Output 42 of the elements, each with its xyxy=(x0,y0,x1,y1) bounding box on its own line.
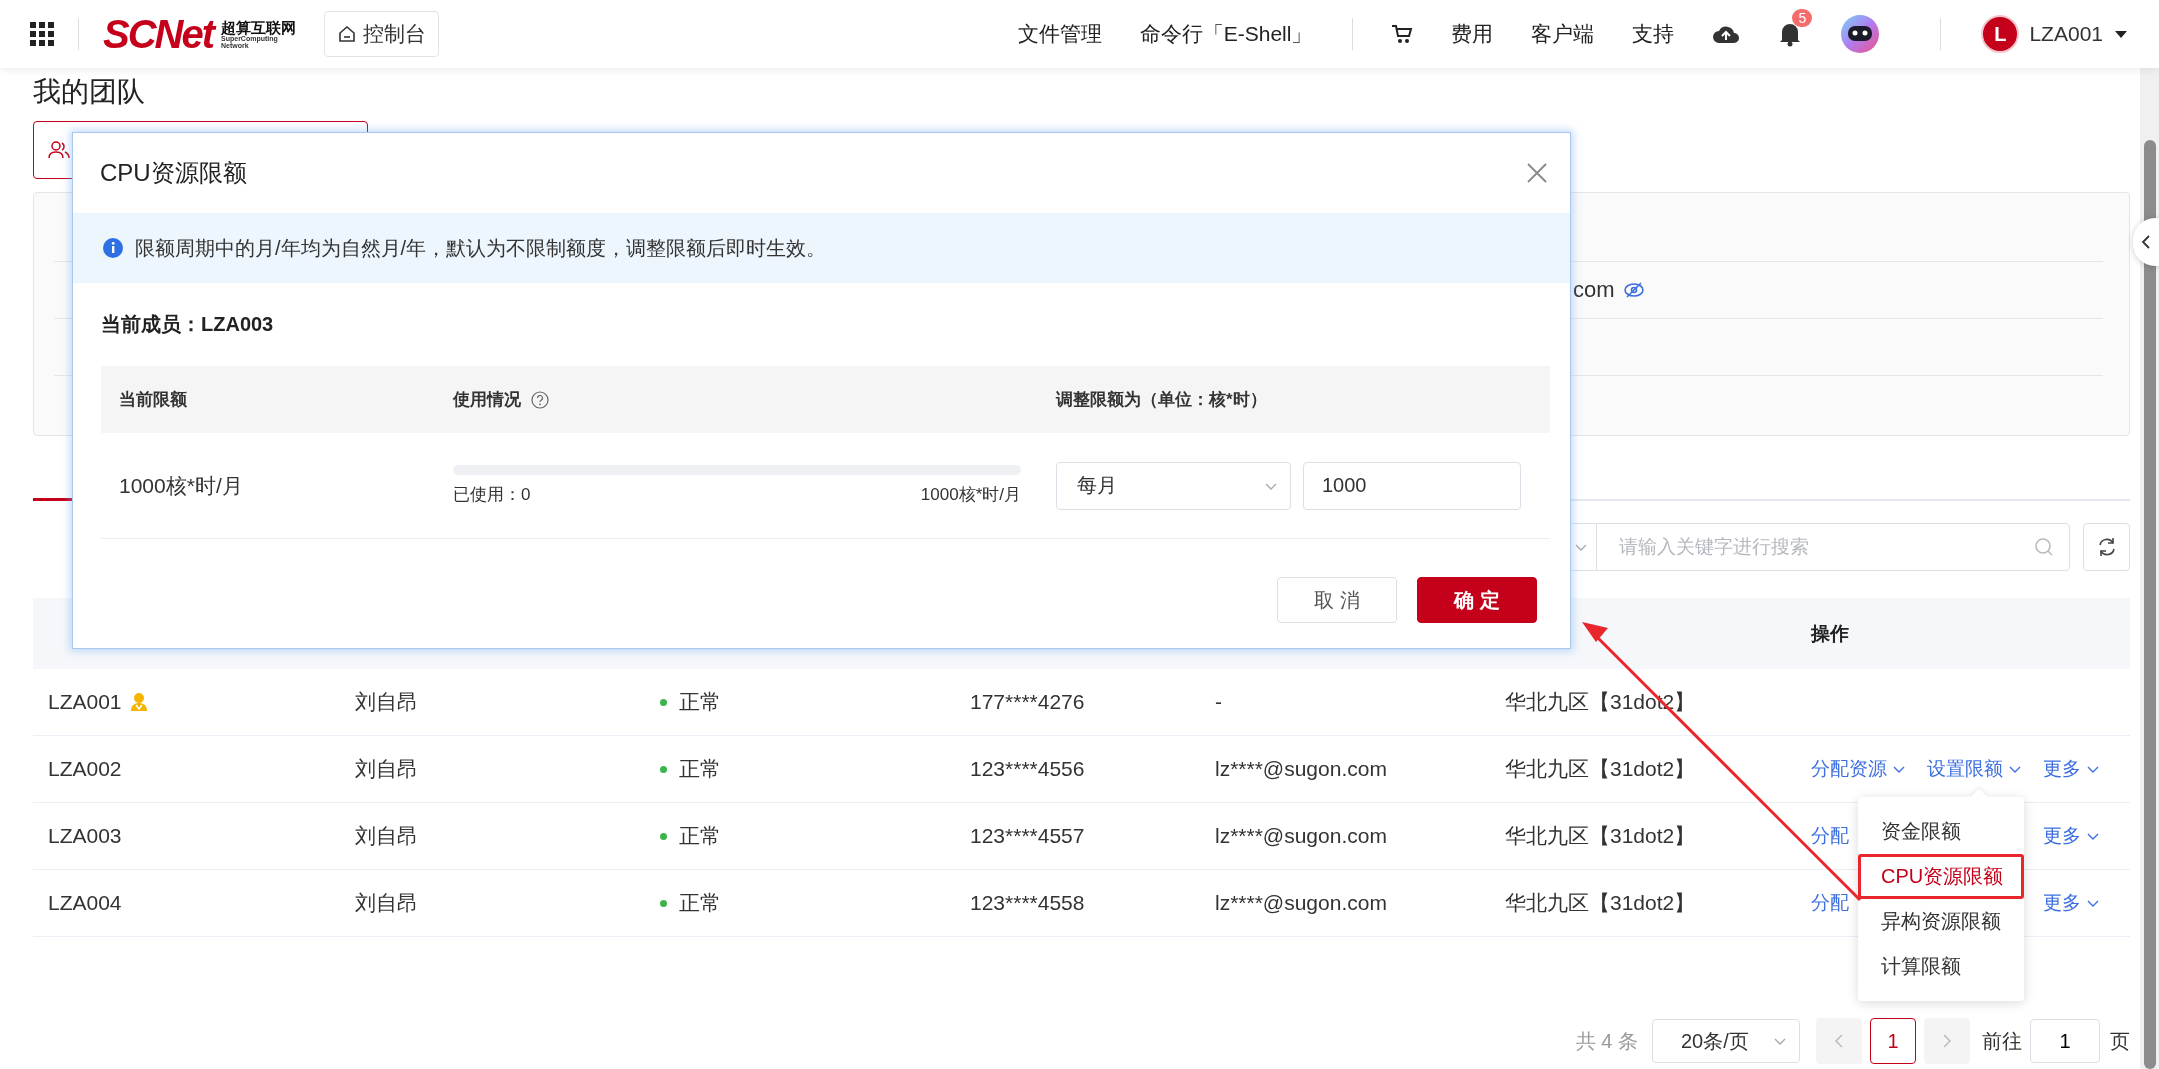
table-cell: 177****4276 xyxy=(970,690,1085,714)
table-cell-text: 刘自昂 xyxy=(355,890,418,916)
table-cell: LZA001 xyxy=(48,690,122,714)
table-cell-text: 正常 xyxy=(679,823,721,849)
table-cell-text: 华北九区【31dot2】 xyxy=(1505,756,1696,782)
column-header: 操作 xyxy=(1809,621,1850,646)
logo-name: 超算互联网 xyxy=(221,19,297,35)
notice-text: 限额周期中的月/年均为自然月/年，默认为不限制额度，调整限额后即时生效。 xyxy=(135,235,827,261)
usage-used: 已使用：0 xyxy=(453,484,531,506)
table-cell: lz****@sugon.com xyxy=(1215,757,1387,781)
table-cell: 1000核*时/月 xyxy=(119,473,243,497)
table-cell: - xyxy=(1215,690,1222,714)
table-cell: 123****4558 xyxy=(970,891,1085,915)
table-cell-text: 正常 xyxy=(679,756,721,782)
usage-total: 1000核*时/月 xyxy=(920,484,1021,506)
user-name: LZA001 xyxy=(2029,22,2103,46)
goto-label: 前往 xyxy=(1982,1028,2022,1054)
table-cell-text: 华北九区【31dot2】 xyxy=(1505,823,1696,849)
column-header: 当前限额 xyxy=(119,389,187,411)
table-cell-text: 刘自昂 xyxy=(355,823,418,849)
notification-badge: 5 xyxy=(1792,9,1813,27)
email-fragment: com xyxy=(1573,277,1615,303)
table-cell-text: 华北九区【31dot2】 xyxy=(1505,890,1696,916)
dialog-title: CPU资源限额 xyxy=(100,158,247,188)
column-header: 使用情况 xyxy=(453,389,521,411)
column-header: 调整限额为（单位：核*时） xyxy=(1056,389,1267,411)
table-cell: 123****4556 xyxy=(970,757,1085,781)
member-label: 当前成员：LZA003 xyxy=(101,312,274,337)
total-count: 共 4 条 xyxy=(1575,1028,1638,1054)
table-cell: LZA002 xyxy=(48,757,122,781)
user-avatar: L xyxy=(1981,15,2020,53)
table-cell-text: 刘自昂 xyxy=(355,689,418,715)
table-cell-text: 正常 xyxy=(679,890,721,916)
page-suffix: 页 xyxy=(2110,1028,2130,1054)
table-cell: lz****@sugon.com xyxy=(1215,891,1387,915)
table-cell-text: 正常 xyxy=(679,689,721,715)
table-cell: lz****@sugon.com xyxy=(1215,824,1387,848)
table-cell: LZA003 xyxy=(48,824,122,848)
table-cell: 123****4557 xyxy=(970,824,1085,848)
page-title: 我的团队 xyxy=(33,75,146,109)
table-cell: LZA004 xyxy=(48,891,122,915)
table-cell-text: 刘自昂 xyxy=(355,756,418,782)
